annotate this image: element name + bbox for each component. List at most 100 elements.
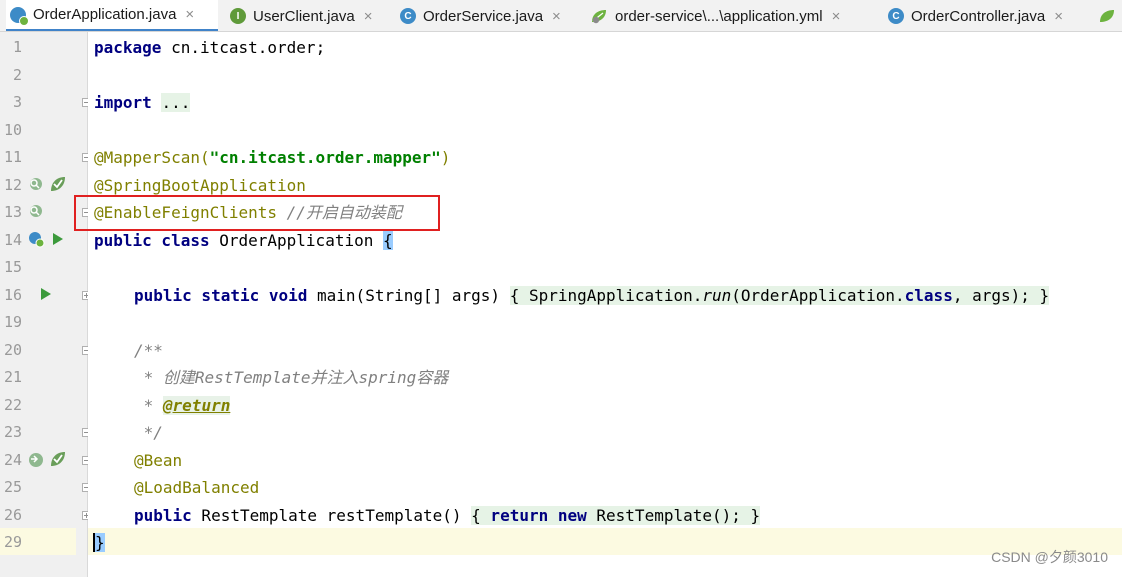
code-line-javadoc-end: */	[134, 423, 163, 443]
editor-gutter: 1 2 3 10 11 12 13 14 15 16 19 20 21 22 2…	[0, 32, 91, 577]
code-line-mapper-scan: @MapperScan("cn.itcast.order.mapper")	[94, 148, 450, 168]
doc-comment: *	[134, 396, 163, 415]
line-number: 2	[12, 66, 22, 84]
package-name: cn.itcast.order;	[161, 38, 326, 57]
bean-navigation-icon[interactable]	[27, 451, 45, 469]
annotation: @LoadBalanced	[134, 478, 260, 497]
line-number: 26	[3, 506, 22, 524]
keyword: package	[94, 38, 162, 57]
close-brace-caret: }	[93, 533, 105, 552]
tab-user-client[interactable]: I UserClient.java ×	[230, 0, 390, 31]
tab-order-service[interactable]: C OrderService.java ×	[400, 0, 582, 31]
code-line-javadoc-desc: * 创建RestTemplate并注入spring容器	[134, 368, 449, 388]
open-brace: {	[509, 286, 520, 305]
line-number: 22	[3, 396, 22, 414]
folded-block[interactable]: { return new RestTemplate(); }	[471, 506, 761, 525]
close-brace: }	[750, 506, 761, 525]
highlight-box	[74, 195, 440, 231]
code-line-class-end: }	[93, 533, 105, 553]
doc-comment: * 创建RestTemplate并注入spring容器	[134, 368, 449, 387]
tab-order-application[interactable]: OrderApplication.java ×	[6, 0, 218, 31]
code-line-import: import ...	[94, 93, 191, 113]
code-editor[interactable]: package cn.itcast.order; import ... @Map…	[88, 32, 1122, 577]
line-number: 3	[12, 93, 22, 111]
code-line-rest-template: public RestTemplate restTemplate() { ret…	[134, 506, 761, 526]
folded-block[interactable]: { SpringApplication.run(OrderApplication…	[509, 286, 1050, 305]
code-line-class-decl: public class OrderApplication {	[94, 231, 393, 251]
annotation: @Bean	[134, 451, 183, 470]
close-icon[interactable]: ×	[552, 8, 561, 25]
close-icon[interactable]: ×	[1054, 8, 1063, 25]
annotation-paren: )	[440, 148, 451, 167]
keyword: public static void	[134, 286, 308, 305]
class-icon: C	[888, 8, 904, 24]
keyword: import	[94, 93, 152, 112]
close-icon[interactable]: ×	[364, 8, 373, 25]
line-number: 19	[3, 313, 22, 331]
code-line-main: public static void main(String[] args) {…	[134, 286, 1050, 306]
run-icon[interactable]	[51, 231, 65, 247]
line-number: 11	[3, 148, 22, 166]
keyword: return new	[480, 506, 587, 525]
open-brace: {	[382, 231, 393, 250]
line-number: 23	[3, 423, 22, 441]
close-icon[interactable]: ×	[185, 6, 194, 23]
spring-check-icon[interactable]	[49, 175, 67, 193]
tab-label: order-service\...\application.yml	[615, 7, 823, 25]
code-line-package: package cn.itcast.order;	[94, 38, 325, 58]
tab-label: OrderController.java	[911, 7, 1046, 25]
line-number: 15	[3, 258, 22, 276]
bean-search-icon[interactable]	[27, 203, 45, 221]
code-line-javadoc-start: /**	[134, 341, 163, 361]
keyword: public class	[94, 231, 210, 250]
line-number: 24	[3, 451, 22, 469]
interface-icon: I	[230, 8, 246, 24]
code-line-load-balanced: @LoadBalanced	[134, 478, 259, 498]
tab-label: OrderApplication.java	[33, 6, 177, 23]
doc-comment: /**	[134, 341, 163, 360]
line-number: 25	[3, 478, 22, 496]
bean-search-icon[interactable]	[27, 176, 45, 194]
constructor-call: RestTemplate();	[586, 506, 751, 525]
line-number: 10	[3, 121, 22, 139]
spring-leaf-icon	[1100, 10, 1114, 22]
line-number: 16	[3, 286, 22, 304]
close-icon[interactable]: ×	[832, 8, 841, 25]
line-number: 12	[3, 176, 22, 194]
annotation: @SpringBootApplication	[94, 176, 306, 195]
method-args: (OrderApplication.	[731, 286, 905, 305]
line-number: 29	[3, 533, 22, 551]
spring-boot-app-icon[interactable]	[27, 230, 45, 248]
spring-yaml-icon	[590, 8, 608, 24]
run-icon[interactable]	[39, 286, 53, 302]
keyword: public	[134, 506, 192, 525]
class-name: OrderApplication	[209, 231, 383, 250]
tab-label: OrderService.java	[423, 7, 544, 25]
annotation: @MapperScan(	[94, 148, 210, 167]
tab-application-yml[interactable]: order-service\...\application.yml ×	[590, 0, 880, 31]
folded-imports[interactable]: ...	[161, 93, 191, 112]
line-number: 20	[3, 341, 22, 359]
method-signature: main(String[] args)	[307, 286, 510, 305]
method-call: SpringApplication.	[519, 286, 703, 305]
code-line-javadoc-return: * @return	[134, 396, 231, 416]
close-brace: }	[1039, 286, 1050, 305]
class-icon: C	[400, 8, 416, 24]
code-line-spring-boot-app: @SpringBootApplication	[94, 176, 306, 196]
line-number: 14	[3, 231, 22, 249]
tab-overflow[interactable]	[1098, 0, 1122, 31]
tab-label: UserClient.java	[253, 7, 355, 25]
open-brace: {	[471, 506, 481, 525]
static-method: run	[702, 286, 732, 305]
method-signature: RestTemplate restTemplate()	[191, 506, 472, 525]
line-number: 13	[3, 203, 22, 221]
method-args-tail: , args);	[952, 286, 1040, 305]
code-line-bean: @Bean	[134, 451, 182, 471]
line-number: 21	[3, 368, 22, 386]
javadoc-tag: @return	[162, 396, 231, 415]
line-number: 1	[12, 38, 22, 56]
spring-boot-class-icon	[10, 6, 29, 26]
spring-check-icon[interactable]	[49, 450, 67, 468]
tab-order-controller[interactable]: C OrderController.java ×	[888, 0, 1093, 31]
keyword: class	[904, 286, 953, 305]
